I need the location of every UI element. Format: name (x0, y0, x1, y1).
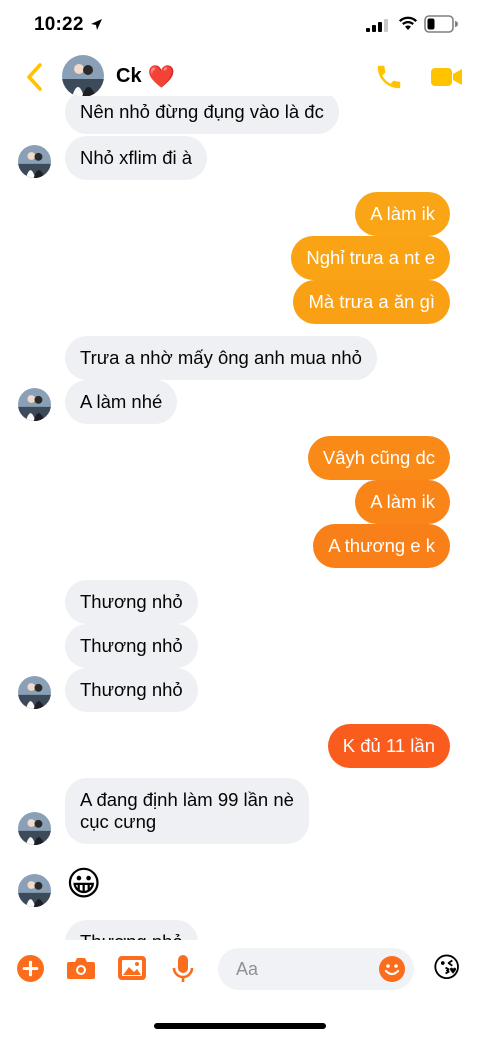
message-outgoing[interactable]: Nghỉ trưa a nt e (291, 236, 450, 280)
contact-avatar-small[interactable] (18, 676, 51, 709)
phone-icon[interactable] (374, 62, 404, 92)
message-incoming[interactable]: Nhỏ xflim đi à (65, 136, 208, 180)
battery-icon (424, 15, 458, 33)
message-line: A đang định làm 99 lần nè (80, 789, 294, 810)
message-line: cục cưng (80, 811, 157, 832)
video-camera-icon[interactable] (430, 64, 464, 90)
chat-header: Ck ❤️ (0, 52, 480, 102)
message-outgoing[interactable]: K đủ 11 lần (327, 724, 450, 768)
message-list[interactable]: Nên nhỏ đừng đụng vào là đc Nhỏ xflim đi… (0, 96, 480, 940)
quick-reaction-emoji[interactable]: 😘 (432, 952, 461, 984)
message-incoming[interactable]: Thương nhỏ (65, 624, 198, 668)
home-indicator[interactable] (154, 1023, 326, 1029)
message-outgoing[interactable]: Vâyh cũng dc (307, 436, 450, 480)
contact-avatar-small[interactable] (18, 812, 51, 845)
message-outgoing[interactable]: A thương e k (313, 524, 450, 568)
contact-title[interactable]: Ck ❤️ (116, 65, 175, 88)
microphone-icon[interactable] (172, 954, 194, 984)
camera-icon[interactable] (66, 954, 96, 982)
image-icon[interactable] (117, 954, 147, 982)
back-chevron-icon[interactable] (24, 62, 46, 92)
message-incoming[interactable]: Thương nhỏ (65, 580, 198, 624)
message-incoming[interactable]: Thương nhỏ (65, 668, 198, 712)
message-composer: Aa 😘 (0, 940, 480, 1000)
status-time: 10:22 (34, 14, 84, 35)
message-outgoing[interactable]: A làm ik (355, 192, 450, 236)
contact-avatar-small[interactable] (18, 874, 51, 907)
message-emoji[interactable]: 😀 (66, 864, 101, 904)
contact-avatar-small[interactable] (18, 388, 51, 421)
message-incoming[interactable]: A đang định làm 99 lần nè cục cưng (65, 778, 309, 844)
message-incoming[interactable]: Trưa a nhờ mấy ông anh mua nhỏ (65, 336, 377, 380)
message-incoming[interactable]: Nên nhỏ đừng đụng vào là đc (65, 96, 339, 134)
wifi-icon (398, 16, 418, 30)
message-outgoing[interactable]: Mà trưa a ăn gì (293, 280, 450, 324)
message-input-placeholder: Aa (236, 959, 259, 979)
contact-avatar[interactable] (62, 55, 104, 97)
message-outgoing[interactable]: A làm ik (355, 480, 450, 524)
plus-icon[interactable] (16, 954, 45, 983)
message-input[interactable]: Aa (218, 948, 414, 990)
contact-name: Ck (116, 65, 142, 87)
heart-emoji: ❤️ (147, 63, 175, 89)
status-bar: 10:22 (0, 0, 480, 52)
message-incoming[interactable]: A làm nhé (65, 380, 178, 424)
location-arrow-icon (91, 19, 102, 30)
smile-icon[interactable] (378, 955, 406, 983)
message-incoming[interactable]: Thương nhỏ (65, 920, 198, 940)
contact-avatar-small[interactable] (18, 145, 51, 178)
signal-icon (366, 19, 388, 32)
